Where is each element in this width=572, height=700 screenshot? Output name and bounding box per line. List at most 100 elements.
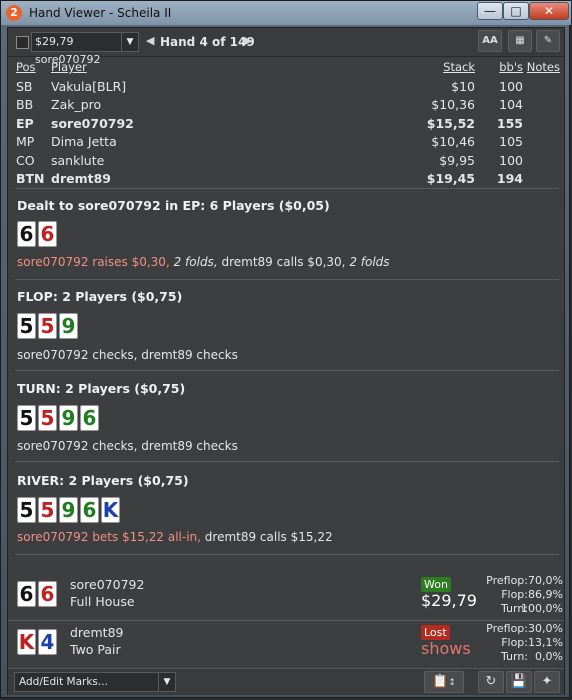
next-hand-icon[interactable]: ▶: [244, 34, 252, 47]
hand-select-checkbox[interactable]: [16, 36, 29, 49]
refresh-button[interactable]: ↻: [478, 671, 504, 693]
player-position: BB: [16, 97, 34, 112]
player-row[interactable]: BB Zak_pro $10,36 104: [16, 97, 560, 116]
player-row[interactable]: MP Dima Jetta $10,46 105: [16, 134, 560, 153]
equity-label: Turn:: [500, 650, 528, 663]
card-club: 9: [59, 313, 78, 339]
river-cards: 5596K: [17, 497, 122, 525]
divider: [8, 620, 564, 621]
loser-hand-rank: Two Pair: [70, 642, 121, 657]
sort-arrows-icon: ↕: [448, 678, 456, 688]
player-stack: $10,46: [431, 134, 475, 149]
equity-label: Flop:: [501, 588, 528, 601]
window-title: Hand Viewer - Scheila II: [29, 6, 172, 20]
card-club: 9: [59, 405, 78, 431]
twitter-icon: ✦: [541, 674, 553, 689]
card-diamond: 4: [38, 629, 57, 655]
player-row[interactable]: EP sore070792 $15,52 155: [16, 116, 560, 135]
loser-hole-cards: K4: [17, 629, 59, 655]
player-name: Zak_pro: [51, 97, 102, 112]
player-name: Vakula[BLR]: [51, 78, 127, 94]
card-heart: 6: [38, 221, 57, 247]
preflop-action: sore070792 raises $0,30, 2 folds, dremt8…: [17, 255, 390, 269]
result-row-loser: K4 dremt89 Two Pair Lost shows Preflop: …: [8, 622, 564, 667]
turn-title: TURN: 2 Players ($0,75): [17, 381, 186, 396]
column-header-notes[interactable]: Notes: [527, 60, 560, 74]
chevron-down-icon: ▼: [121, 33, 138, 51]
edit-pencil-icon: ✎: [543, 35, 553, 46]
refresh-icon: ↻: [485, 674, 497, 689]
player-name: sore070792: [51, 115, 134, 131]
player-name: sanklute: [51, 152, 105, 168]
player-row[interactable]: BTN dremt89 $19,45 194: [16, 171, 560, 190]
player-position: MP: [16, 134, 35, 149]
hand-viewer-window: 2 Hand Viewer - Scheila II — □ ✕ $29,79 …: [0, 0, 571, 698]
minimize-button[interactable]: —: [477, 2, 503, 20]
player-bbs: 155: [496, 115, 523, 131]
clipboard-sort-button[interactable]: 📋↕: [424, 671, 464, 693]
grid-icon: ▦: [515, 35, 525, 46]
marks-dropdown-label: Add/Edit Marks...: [19, 676, 108, 688]
card-heart: 6: [38, 581, 57, 607]
player-position: EP: [16, 115, 34, 131]
player-bbs: 105: [499, 134, 523, 149]
lost-badge: Lost: [421, 625, 450, 640]
turn-cards: 5596: [17, 405, 101, 433]
preflop-villain-action: dremt89 calls $0,30,: [221, 255, 346, 269]
save-button[interactable]: 💾: [506, 671, 532, 693]
won-amount: $29,79: [421, 591, 477, 610]
edit-button[interactable]: ✎: [536, 30, 560, 52]
player-bbs: 100: [499, 78, 523, 94]
column-header-bbs[interactable]: bb's: [499, 60, 523, 74]
close-button[interactable]: ✕: [529, 2, 569, 20]
card-spade: 5: [17, 497, 36, 523]
flop-title: FLOP: 2 Players ($0,75): [17, 289, 183, 304]
player-stack: $15,52: [426, 115, 475, 131]
card-club: 6: [80, 405, 99, 431]
previous-hand-icon[interactable]: ◀: [146, 34, 154, 47]
title-bar[interactable]: 2 Hand Viewer - Scheila II — □ ✕: [1, 1, 571, 25]
winner-hand-rank: Full House: [70, 594, 135, 609]
player-stack: $10,36: [431, 97, 475, 112]
river-villain-action: dremt89 calls $15,22: [204, 530, 333, 544]
preflop-hero-action: sore070792 raises $0,30,: [17, 255, 170, 269]
maximize-button[interactable]: □: [503, 2, 529, 20]
font-size-button[interactable]: AA: [478, 30, 502, 52]
player-stack: $10: [451, 78, 475, 94]
app-icon: 2: [6, 5, 22, 21]
preflop-title: Dealt to sore070792 in EP: 6 Players ($0…: [17, 198, 330, 213]
twitter-share-button[interactable]: ✦: [534, 671, 560, 693]
client-area: $29,79 sore070792 ▼ ◀ Hand 4 of 149 ▶ AA…: [7, 27, 565, 695]
winner-player-name[interactable]: sore070792: [70, 577, 144, 592]
player-position: SB: [16, 78, 33, 94]
hand-counter: Hand 4 of 149: [160, 35, 255, 49]
loser-player-name[interactable]: dremt89: [70, 625, 123, 640]
divider: [15, 279, 559, 280]
divider: [15, 461, 559, 462]
column-header-player[interactable]: Player: [51, 60, 87, 74]
divider: [15, 370, 559, 371]
equity-label: Flop:: [501, 636, 528, 649]
player-row[interactable]: CO sanklute $9,95 100: [16, 153, 560, 172]
river-hero-action: sore070792 bets $15,22 all-in,: [17, 530, 201, 544]
players-table: Pos Player Stack bb's Notes SB Vakula[BLR…: [16, 60, 560, 190]
column-header-pos[interactable]: Pos: [16, 60, 36, 74]
card-spade: 5: [17, 405, 36, 431]
save-icon: 💾: [510, 674, 528, 689]
bottom-toolbar: Add/Edit Marks... ▼ 📋↕ ↻ 💾 ✦: [8, 668, 564, 695]
card-spade: 6: [17, 581, 36, 607]
player-row[interactable]: SB Vakula[BLR] $10 100: [16, 79, 560, 98]
hand-select-dropdown[interactable]: $29,79 sore070792 ▼: [31, 32, 139, 66]
player-position: CO: [16, 152, 35, 168]
card-spade: 5: [17, 313, 36, 339]
maximize-icon: □: [510, 4, 522, 18]
players-table-body: SB Vakula[BLR] $10 100 BB Zak_pro $10,36 104 EP s…: [16, 79, 560, 190]
chevron-down-icon: ▼: [158, 673, 175, 691]
column-header-stack[interactable]: Stack: [443, 60, 475, 74]
player-stack: $19,45: [426, 171, 475, 186]
grid-view-button[interactable]: ▦: [508, 30, 532, 52]
river-action: sore070792 bets $15,22 all-in, dremt89 c…: [17, 530, 333, 544]
card-spade: 6: [17, 221, 36, 247]
font-size-icon: AA: [482, 35, 498, 46]
marks-dropdown[interactable]: Add/Edit Marks... ▼: [14, 672, 176, 692]
